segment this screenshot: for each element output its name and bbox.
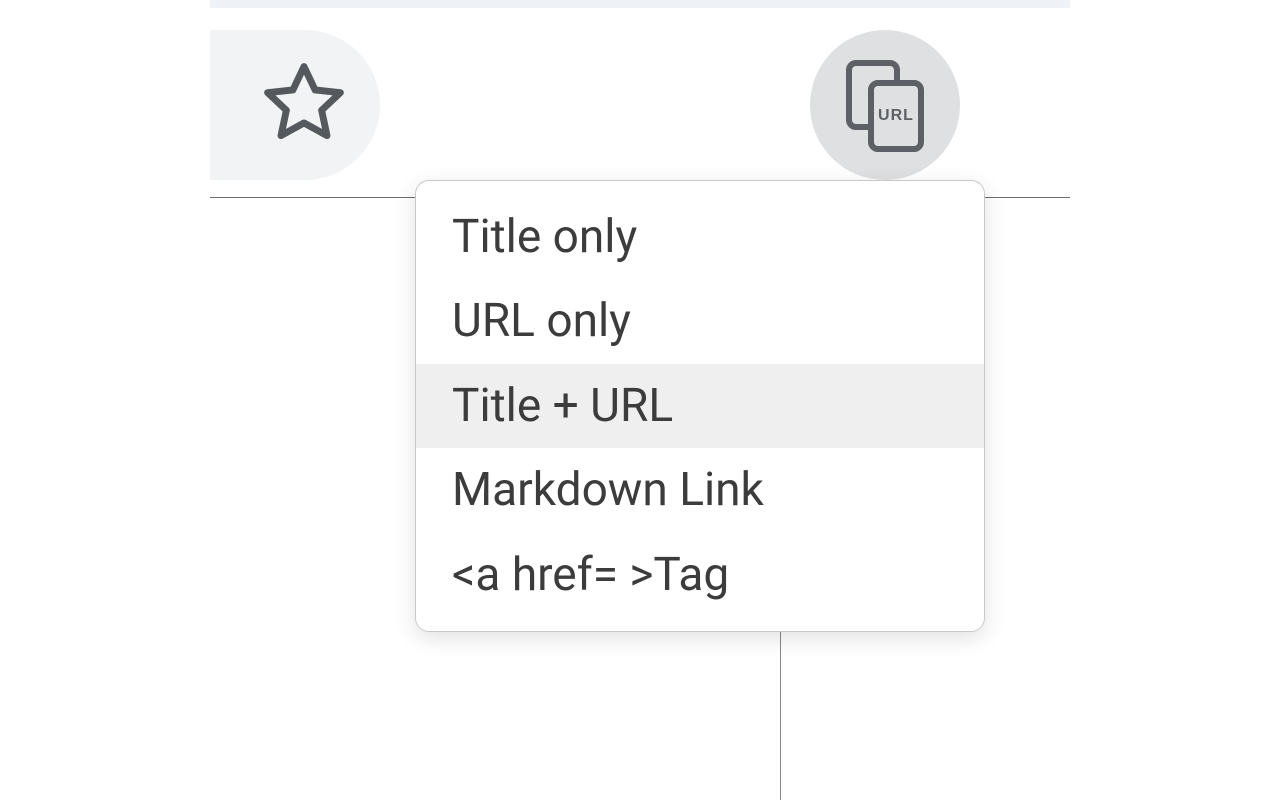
menu-item-title-url[interactable]: Title + URL (416, 364, 984, 448)
copy-url-icon: URL (846, 60, 924, 150)
menu-item-url-only[interactable]: URL only (416, 279, 984, 363)
menu-item-markdown-link[interactable]: Markdown Link (416, 448, 984, 532)
bookmark-button[interactable] (210, 30, 380, 180)
menu-item-a-href-tag[interactable]: <a href= >Tag (416, 533, 984, 617)
toolbar-top-strip (210, 0, 1070, 8)
star-icon (258, 57, 350, 153)
menu-item-title-only[interactable]: Title only (416, 195, 984, 279)
copy-url-extension-button[interactable]: URL (810, 30, 960, 180)
copy-format-menu: Title only URL only Title + URL Markdown… (415, 180, 985, 632)
url-badge-text: URL (878, 107, 914, 125)
